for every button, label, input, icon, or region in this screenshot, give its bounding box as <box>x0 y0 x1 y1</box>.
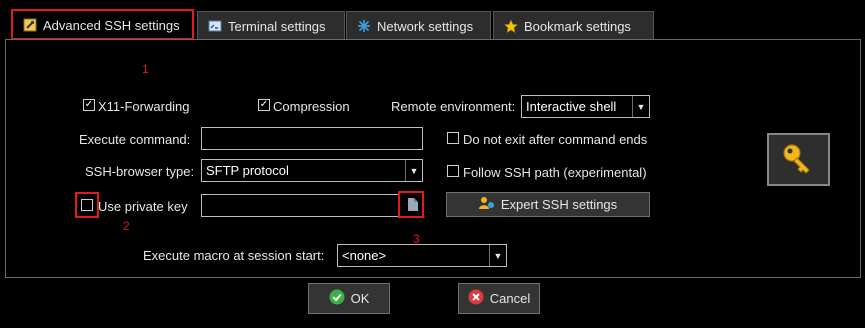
chevron-down-icon: ▼ <box>405 160 422 181</box>
file-icon <box>407 197 418 214</box>
cancel-button[interactable]: Cancel <box>458 283 540 314</box>
button-label: OK <box>350 291 370 306</box>
tab-bookmark-settings[interactable]: Bookmark settings <box>493 11 654 40</box>
select-value: SFTP protocol <box>206 163 289 178</box>
x11-forwarding-checkbox[interactable]: ✓ <box>83 99 95 111</box>
execute-command-input[interactable] <box>201 127 423 150</box>
chevron-down-icon: ▼ <box>632 96 649 117</box>
do-not-exit-label: Do not exit after command ends <box>463 132 648 147</box>
remote-environment-label: Remote environment: <box>391 99 516 114</box>
tab-terminal-settings[interactable]: Terminal settings <box>197 11 345 40</box>
use-private-key-label: Use private key <box>98 199 188 214</box>
annotation-number: 2 <box>123 219 130 233</box>
check-mark-icon: ✓ <box>259 99 269 110</box>
button-label: Cancel <box>489 291 531 306</box>
button-label: Expert SSH settings <box>500 197 618 212</box>
check-mark-icon: ✓ <box>84 99 94 110</box>
tab-advanced-ssh-settings[interactable]: Advanced SSH settings <box>12 9 194 40</box>
key-icon <box>767 133 830 186</box>
follow-ssh-path-label: Follow SSH path (experimental) <box>463 165 647 180</box>
ssh-browser-type-label: SSH-browser type: <box>85 164 195 179</box>
check-circle-icon <box>329 289 345 308</box>
settings-panel: 1 ✓ X11-Forwarding ✓ Compression Remote … <box>5 39 861 278</box>
compression-label: Compression <box>273 99 350 114</box>
ssh-browser-type-select[interactable]: SFTP protocol ▼ <box>201 159 423 182</box>
ssh-settings-dialog: Advanced SSH settings Terminal settings … <box>0 0 865 328</box>
execute-macro-select[interactable]: <none> ▼ <box>337 244 507 267</box>
tab-network-settings[interactable]: Network settings <box>346 11 491 40</box>
annotation-number: 1 <box>142 62 149 76</box>
terminal-icon <box>208 19 222 33</box>
star-icon <box>504 19 518 33</box>
tab-label: Terminal settings <box>228 18 326 34</box>
tab-label: Network settings <box>377 18 474 34</box>
expert-ssh-settings-button[interactable]: Expert SSH settings <box>446 192 650 217</box>
select-value: Interactive shell <box>526 99 617 114</box>
browse-key-file-button[interactable] <box>402 194 422 217</box>
select-value: <none> <box>342 248 387 263</box>
follow-ssh-path-checkbox[interactable] <box>447 165 459 177</box>
chevron-down-icon: ▼ <box>489 245 506 266</box>
tab-label: Bookmark settings <box>524 18 631 34</box>
tab-label: Advanced SSH settings <box>43 17 180 33</box>
private-key-path-input[interactable] <box>201 194 400 217</box>
use-private-key-checkbox[interactable] <box>81 199 93 211</box>
wrench-icon <box>23 18 37 32</box>
remote-environment-select[interactable]: Interactive shell ▼ <box>521 95 650 118</box>
network-icon <box>357 19 371 33</box>
ok-button[interactable]: OK <box>308 283 390 314</box>
cancel-circle-icon <box>468 289 484 308</box>
compression-checkbox[interactable]: ✓ <box>258 99 270 111</box>
user-settings-icon <box>478 196 495 213</box>
execute-command-label: Execute command: <box>79 132 191 147</box>
x11-forwarding-label: X11-Forwarding <box>98 99 190 114</box>
execute-macro-label: Execute macro at session start: <box>143 248 325 263</box>
do-not-exit-checkbox[interactable] <box>447 132 459 144</box>
